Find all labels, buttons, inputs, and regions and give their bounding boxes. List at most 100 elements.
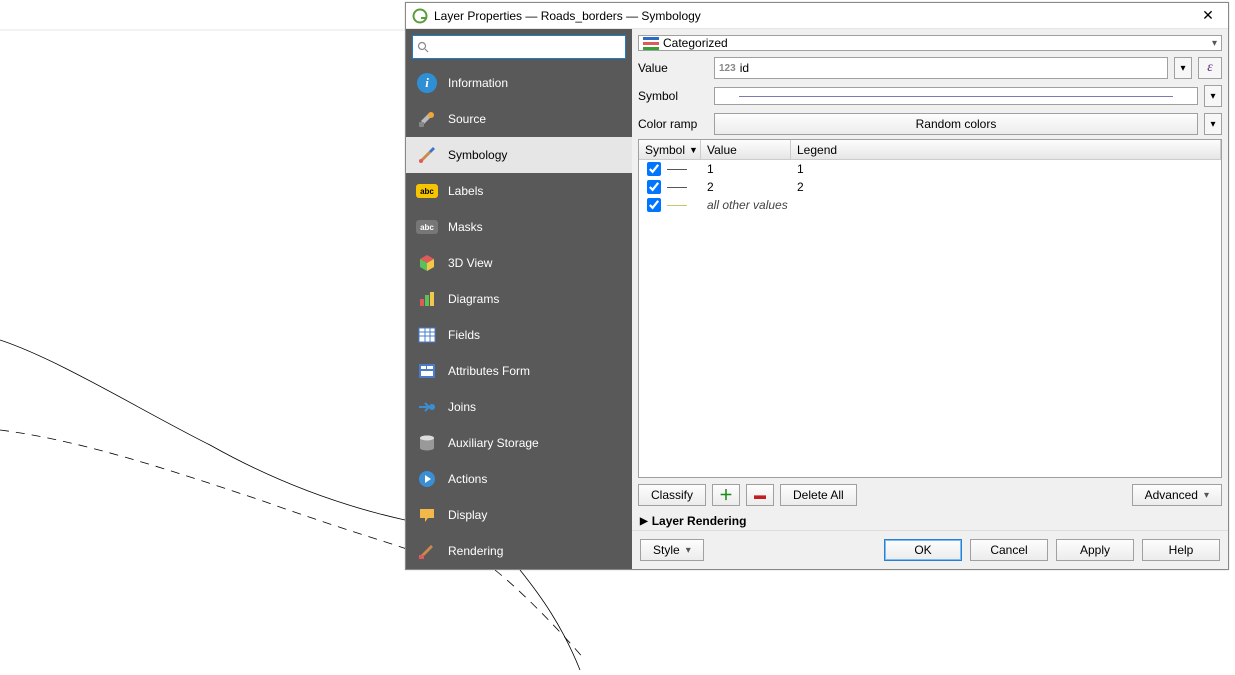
chart-icon — [416, 288, 438, 310]
sidebar-item-label: Rendering — [448, 544, 503, 558]
play-gear-icon — [416, 468, 438, 490]
sidebar-item-label: Diagrams — [448, 292, 499, 306]
ok-button[interactable]: OK — [884, 539, 962, 561]
line-symbol-swatch — [739, 96, 1173, 97]
symbol-preview-button[interactable] — [714, 87, 1198, 105]
category-symbol-swatch[interactable] — [663, 169, 691, 170]
form-icon — [416, 360, 438, 382]
category-symbol-swatch[interactable] — [663, 205, 691, 206]
triangle-right-icon: ▶ — [640, 516, 648, 527]
sidebar-item-label: Auxiliary Storage — [448, 436, 539, 450]
color-ramp-value: Random colors — [916, 117, 997, 131]
categorized-icon — [643, 37, 659, 50]
categories-table[interactable]: Symbol ▼ Value Legend 1 1 2 2 — [638, 139, 1222, 478]
category-legend-cell[interactable]: 1 — [797, 162, 1217, 176]
masks-icon: abc — [416, 216, 438, 238]
sidebar-item-symbology[interactable]: Symbology — [406, 137, 632, 173]
sidebar-item-label: Display — [448, 508, 487, 522]
color-ramp-dropdown-button[interactable]: ▾ — [1204, 113, 1222, 135]
properties-sidebar: i Information Source Symbology abc — [406, 29, 632, 569]
renderer-type-combo[interactable]: Categorized ▾ — [638, 35, 1222, 51]
sidebar-item-label: Attributes Form — [448, 364, 530, 378]
sidebar-item-label: Source — [448, 112, 486, 126]
field-type-badge: 123 — [719, 63, 736, 74]
brush-icon — [416, 540, 438, 562]
value-field-combo[interactable]: 123 id — [714, 57, 1168, 79]
search-icon — [417, 41, 429, 53]
renderer-type-label: Categorized — [663, 36, 728, 50]
color-ramp-button[interactable]: Random colors — [714, 113, 1198, 135]
apply-button[interactable]: Apply — [1056, 539, 1134, 561]
layer-properties-dialog: Layer Properties — Roads_borders — Symbo… — [405, 2, 1229, 570]
sidebar-item-auxiliary-storage[interactable]: Auxiliary Storage — [406, 425, 632, 461]
labels-icon: abc — [416, 180, 438, 202]
advanced-button[interactable]: Advanced — [1132, 484, 1222, 506]
sidebar-item-label: Fields — [448, 328, 480, 342]
sidebar-item-display[interactable]: Display — [406, 497, 632, 533]
sidebar-item-source[interactable]: Source — [406, 101, 632, 137]
sidebar-item-information[interactable]: i Information — [406, 65, 632, 101]
sidebar-item-label: Labels — [448, 184, 483, 198]
close-button[interactable]: ✕ — [1194, 7, 1222, 24]
minus-icon: ▬ — [754, 488, 766, 502]
sidebar-item-label: Symbology — [448, 148, 507, 162]
cancel-button[interactable]: Cancel — [970, 539, 1048, 561]
layer-rendering-section[interactable]: ▶ Layer Rendering — [632, 512, 1228, 530]
wrench-icon — [416, 108, 438, 130]
tooltip-icon — [416, 504, 438, 526]
sidebar-item-joins[interactable]: Joins — [406, 389, 632, 425]
add-category-button[interactable]: ＋ — [712, 484, 740, 506]
category-visible-checkbox[interactable] — [647, 198, 661, 212]
sidebar-item-label: Actions — [448, 472, 487, 486]
table-row[interactable]: 1 1 — [639, 160, 1221, 178]
table-row[interactable]: 2 2 — [639, 178, 1221, 196]
value-field-name: id — [740, 61, 749, 75]
sidebar-search-input[interactable] — [412, 35, 626, 59]
sort-indicator-icon: ▼ — [689, 145, 698, 155]
sidebar-item-masks[interactable]: abc Masks — [406, 209, 632, 245]
epsilon-icon: ε — [1207, 60, 1213, 76]
symbology-panel: Categorized ▾ Value 123 id ▾ ε Symbol — [632, 29, 1228, 569]
color-ramp-label: Color ramp — [638, 117, 708, 131]
table-icon — [416, 324, 438, 346]
category-legend-cell[interactable]: 2 — [797, 180, 1217, 194]
column-header-symbol[interactable]: Symbol ▼ — [639, 140, 701, 159]
sidebar-item-rendering[interactable]: Rendering — [406, 533, 632, 569]
delete-all-button[interactable]: Delete All — [780, 484, 857, 506]
category-value-cell[interactable]: 2 — [707, 180, 797, 194]
table-row[interactable]: all other values — [639, 196, 1221, 214]
classify-button[interactable]: Classify — [638, 484, 706, 506]
table-header: Symbol ▼ Value Legend — [639, 140, 1221, 160]
category-value-cell[interactable]: all other values — [707, 198, 797, 212]
info-icon: i — [416, 72, 438, 94]
category-symbol-swatch[interactable] — [663, 187, 691, 188]
style-menu-button[interactable]: Style — [640, 539, 704, 561]
join-icon — [416, 396, 438, 418]
sidebar-item-fields[interactable]: Fields — [406, 317, 632, 353]
symbol-dropdown-button[interactable]: ▾ — [1204, 85, 1222, 107]
category-visible-checkbox[interactable] — [647, 162, 661, 176]
sidebar-item-diagrams[interactable]: Diagrams — [406, 281, 632, 317]
sidebar-item-3d-view[interactable]: 3D View — [406, 245, 632, 281]
category-value-cell[interactable]: 1 — [707, 162, 797, 176]
sidebar-item-labels[interactable]: abc Labels — [406, 173, 632, 209]
sidebar-item-label: Joins — [448, 400, 476, 414]
column-header-legend[interactable]: Legend — [791, 140, 1221, 159]
dialog-titlebar[interactable]: Layer Properties — Roads_borders — Symbo… — [406, 3, 1228, 29]
help-button[interactable]: Help — [1142, 539, 1220, 561]
sidebar-item-attributes-form[interactable]: Attributes Form — [406, 353, 632, 389]
sidebar-item-label: Masks — [448, 220, 483, 234]
sidebar-item-label: 3D View — [448, 256, 492, 270]
dialog-title: Layer Properties — Roads_borders — Symbo… — [434, 9, 1194, 23]
category-visible-checkbox[interactable] — [647, 180, 661, 194]
remove-category-button[interactable]: ▬ — [746, 484, 774, 506]
section-title: Layer Rendering — [652, 514, 747, 528]
cube-icon — [416, 252, 438, 274]
sidebar-item-actions[interactable]: Actions — [406, 461, 632, 497]
expression-button[interactable]: ε — [1198, 57, 1222, 79]
value-field-dropdown-button[interactable]: ▾ — [1174, 57, 1192, 79]
paintbrush-icon — [416, 144, 438, 166]
column-header-value[interactable]: Value — [701, 140, 791, 159]
symbol-label: Symbol — [638, 89, 708, 103]
value-label: Value — [638, 61, 708, 75]
